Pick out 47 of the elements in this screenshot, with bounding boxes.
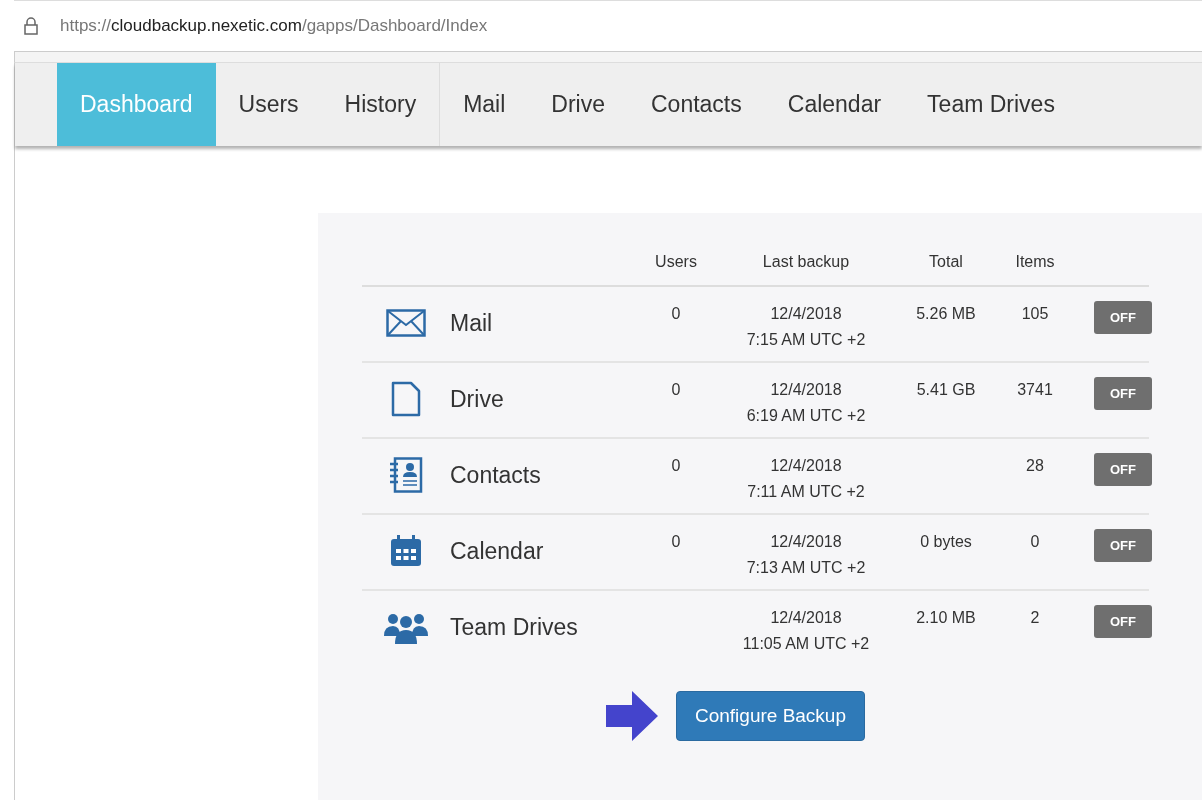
total-size: 5.26 MB: [916, 304, 976, 324]
items-count: 28: [1026, 456, 1044, 476]
nav-tab[interactable]: Calendar: [764, 63, 905, 146]
calendar-icon: [389, 534, 423, 568]
lock-icon: [24, 17, 38, 35]
column-header: Last backup: [761, 253, 851, 271]
service-name: Mail: [450, 309, 494, 338]
total-size: 0 bytes: [920, 532, 972, 552]
last-backup-time: 12/4/2018 11:05 AM UTC +2: [742, 608, 870, 654]
users-count: 0: [671, 456, 681, 476]
toggle-switch[interactable]: OFF: [1094, 453, 1152, 486]
column-header: Users: [654, 253, 698, 271]
total-size: 5.41 GB: [916, 380, 976, 400]
service-name: Team Drives: [450, 613, 579, 642]
service-name: Calendar: [450, 537, 545, 566]
envelope-icon: [386, 309, 426, 337]
items-count: 3741: [1017, 380, 1053, 400]
document-icon: [391, 381, 421, 417]
last-backup-time: 12/4/2018 7:15 AM UTC +2: [746, 304, 866, 350]
last-backup-time: 12/4/2018 7:11 AM UTC +2: [747, 456, 865, 502]
last-backup-time: 12/4/2018 7:13 AM UTC +2: [746, 532, 866, 578]
service-name: Drive: [450, 385, 505, 414]
arrow-icon: [605, 691, 658, 741]
nav-tab[interactable]: Users: [215, 63, 322, 146]
column-header: Items: [1014, 253, 1056, 271]
toggle-switch[interactable]: OFF: [1094, 529, 1152, 562]
nav-tab[interactable]: Mail: [440, 63, 529, 146]
toggle-switch[interactable]: OFF: [1094, 377, 1152, 410]
nav-tab[interactable]: Team Drives: [904, 63, 1078, 146]
total-size: 2.10 MB: [916, 608, 976, 628]
users-count: 0: [671, 532, 681, 552]
service-name: Contacts: [450, 461, 542, 490]
items-count: 0: [1030, 532, 1040, 552]
nav-tab[interactable]: Contacts: [628, 63, 765, 146]
url-text[interactable]: https://cloudbackup.nexetic.com/gapps/Dashboard/Index: [60, 16, 488, 36]
address-book-icon: [389, 457, 423, 493]
users-count: 0: [671, 304, 681, 324]
nav-tab[interactable]: History: [321, 63, 440, 146]
configure-backup-button[interactable]: Configure Backup: [675, 691, 865, 741]
toggle-switch[interactable]: OFF: [1094, 605, 1152, 638]
toggle-switch[interactable]: OFF: [1094, 301, 1152, 334]
last-backup-time: 12/4/2018 6:19 AM UTC +2: [746, 380, 866, 426]
nav-tab[interactable]: Drive: [528, 63, 628, 146]
items-count: 2: [1030, 608, 1040, 628]
users-count: 0: [671, 380, 681, 400]
items-count: 105: [1021, 304, 1049, 324]
column-header: Total: [928, 253, 964, 271]
